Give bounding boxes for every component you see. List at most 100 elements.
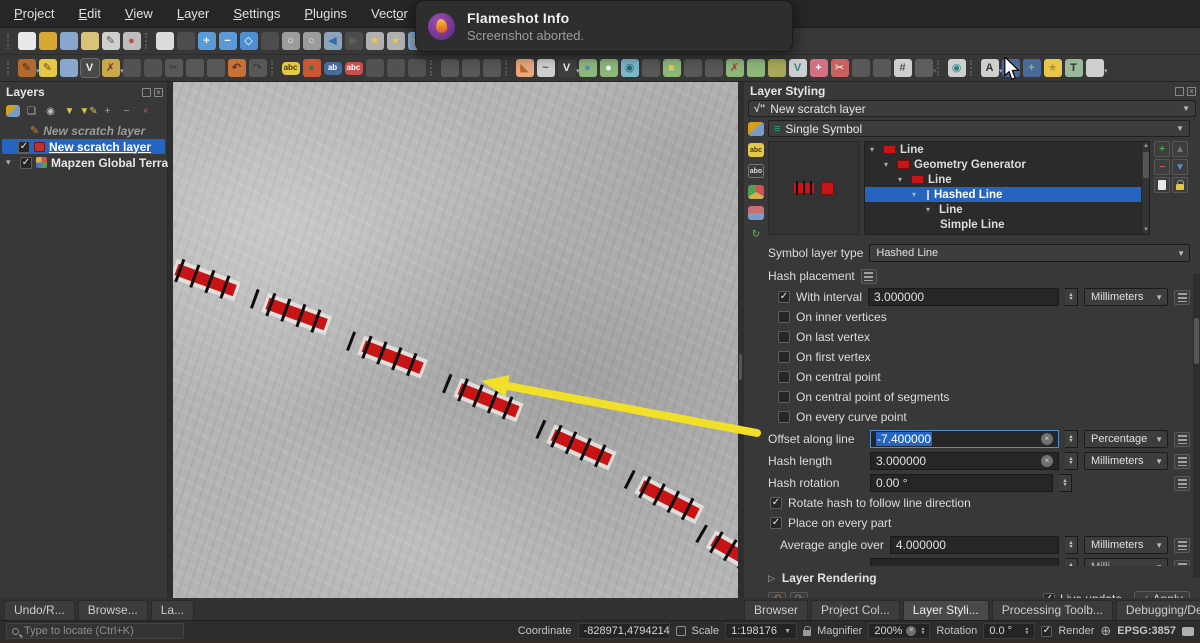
expand-arrow-icon[interactable]: ▾ xyxy=(6,157,16,168)
style-undo-button[interactable]: ↶ xyxy=(768,591,786,598)
menu-view[interactable]: View xyxy=(125,6,153,21)
delete-part-icon[interactable] xyxy=(746,59,765,77)
data-defined-override-icon[interactable] xyxy=(1174,475,1190,491)
manage-map-themes-icon[interactable]: ◉ xyxy=(43,104,58,118)
style-manager-icon[interactable]: ● xyxy=(122,32,141,50)
average-angle-spinner[interactable]: ▲ ▼ xyxy=(1065,536,1078,554)
data-defined-override-icon[interactable] xyxy=(860,268,877,284)
save-layer-edits-icon[interactable] xyxy=(59,59,78,77)
checkbox[interactable] xyxy=(778,391,790,403)
locate-input[interactable]: Type to locate (Ctrl+K) xyxy=(6,623,184,639)
hash-length-unit-select[interactable]: Millimeters ▼ xyxy=(1084,452,1168,470)
select-annotation-alt-icon[interactable]: + xyxy=(1022,59,1041,77)
save-project-icon[interactable] xyxy=(59,32,78,50)
checkbox[interactable] xyxy=(778,411,790,423)
annotation-text-icon[interactable]: A ▾ xyxy=(980,59,1003,77)
data-defined-override-icon[interactable] xyxy=(1174,453,1190,469)
scroll-thumb[interactable] xyxy=(1194,318,1199,364)
interval-input[interactable]: 3.000000 xyxy=(868,288,1059,306)
layer-rendering-section[interactable]: ▷ Layer Rendering xyxy=(768,568,1190,588)
dock-tab-projectcol[interactable]: Project Col... xyxy=(811,600,900,620)
float-panel-icon[interactable] xyxy=(142,87,151,97)
new-project-icon[interactable] xyxy=(17,32,36,50)
undo-icon[interactable]: ↶ xyxy=(227,59,246,77)
layer-item-mapzen-global-terrain[interactable]: ▾ ✓ Mapzen Global Terrain xyxy=(0,155,179,170)
lock-colors-button[interactable] xyxy=(1172,177,1188,193)
clear-value-icon[interactable]: × xyxy=(906,626,917,636)
zoom-to-layer-icon[interactable]: ○ xyxy=(281,32,300,50)
offset-curve-icon[interactable] xyxy=(767,59,786,77)
symbol-layer-type-select[interactable]: Hashed Line ▼ xyxy=(869,244,1190,262)
collapse-all-icon[interactable]: − xyxy=(119,104,134,118)
extents-toggle-icon[interactable] xyxy=(675,626,686,636)
magnifier-spinner[interactable]: ▲ ▼ xyxy=(920,627,925,636)
menu-settings[interactable]: Settings xyxy=(233,6,280,21)
with-interval-checkbox[interactable]: ✓ xyxy=(778,291,790,303)
offset-spinner[interactable]: ▲ ▼ xyxy=(1065,430,1078,448)
renderer-select[interactable]: ≡ Single Symbol ▼ xyxy=(768,120,1190,137)
offset-unit-select[interactable]: Percentage ▼ xyxy=(1084,430,1168,448)
tab-3d-view-icon[interactable] xyxy=(748,185,764,199)
annotation-star-icon[interactable]: ★ xyxy=(1043,59,1062,77)
pan-map-icon[interactable] xyxy=(155,32,174,50)
symbol-tree-item-line[interactable]: ▾ Line xyxy=(865,172,1149,187)
clear-value-icon[interactable]: × xyxy=(1041,433,1053,445)
data-defined-override-icon[interactable] xyxy=(1174,431,1190,447)
project-properties-icon[interactable]: ✎ xyxy=(101,32,120,50)
move-up-button[interactable]: ▲ xyxy=(1172,141,1188,157)
vertex-tool-all-layers-icon[interactable]: V xyxy=(79,58,100,78)
render-checkbox[interactable]: ✓ xyxy=(1041,625,1053,637)
zoom-last-icon[interactable]: ◀ xyxy=(323,32,342,50)
dock-tab-browse[interactable]: Browse... xyxy=(77,600,148,620)
add-ring-icon[interactable]: ■ xyxy=(662,59,681,77)
interval-spinner[interactable]: ▲ ▼ xyxy=(1065,288,1078,306)
remove-layer-icon[interactable]: × xyxy=(138,104,153,118)
live-update-checkbox[interactable]: ✓ xyxy=(1042,593,1055,598)
layer-visibility-checkbox[interactable]: ✓ xyxy=(18,140,30,153)
checkbox[interactable] xyxy=(778,331,790,343)
split-parts-icon[interactable]: ✂ xyxy=(830,59,849,77)
dock-tab-browser[interactable]: Browser xyxy=(744,600,809,620)
scroll-thumb[interactable] xyxy=(1143,152,1149,178)
scroll-down-icon[interactable]: ▼ xyxy=(1143,227,1149,233)
rotation-input[interactable]: 0.0 ° ▲ ▼ xyxy=(983,623,1036,639)
save-project-as-icon[interactable] xyxy=(80,32,99,50)
symbol-tree-item-hashed-line[interactable]: ▾ Hashed Line xyxy=(865,187,1149,202)
rotate-feature-icon[interactable]: ◉ xyxy=(620,59,639,77)
filter-legend-icon[interactable]: ▼ xyxy=(62,104,77,118)
filter-by-expression-icon[interactable]: ▼✎ xyxy=(79,104,97,118)
float-panel-icon[interactable] xyxy=(1175,86,1184,96)
move-feature-icon[interactable]: ● xyxy=(578,59,597,77)
clear-value-icon[interactable]: × xyxy=(1041,455,1053,467)
zoom-in-icon[interactable]: + xyxy=(197,32,216,50)
layer-labeling-icon[interactable]: abc xyxy=(281,61,300,75)
snapping-grid-icon[interactable]: # xyxy=(893,59,912,77)
dock-tab-undor[interactable]: Undo/R... xyxy=(4,600,75,620)
new-map-view-icon[interactable]: ★ xyxy=(365,32,384,50)
tab-diagrams-icon[interactable] xyxy=(748,206,764,220)
tab-masks-abo-icon[interactable]: abo xyxy=(748,164,764,178)
checkbox[interactable] xyxy=(778,371,790,383)
close-panel-icon[interactable]: × xyxy=(1187,86,1196,96)
layer-diagram-icon[interactable]: ● xyxy=(302,59,321,77)
hash-length-spinner[interactable]: ▲ ▼ xyxy=(1065,452,1078,470)
average-angle-input[interactable]: 4.000000 xyxy=(889,536,1059,554)
zoom-out-icon[interactable]: − xyxy=(218,32,237,50)
styling-scrollbar[interactable] xyxy=(1193,274,1200,578)
flameshot-notification[interactable]: Flameshot Info Screenshot aborted. xyxy=(415,0,793,52)
open-layer-styling-icon[interactable] xyxy=(6,105,20,117)
hash-rotation-spinner[interactable]: ▲ ▼ xyxy=(1059,474,1072,492)
labeling-single-icon[interactable]: ab xyxy=(323,61,342,75)
hash-length-input[interactable]: 3.000000 × xyxy=(870,452,1059,470)
open-project-icon[interactable] xyxy=(38,32,57,50)
interval-unit-select[interactable]: Millimeters ▼ xyxy=(1084,288,1168,306)
crs-button[interactable]: EPSG:3857 xyxy=(1117,625,1176,637)
add-symbol-layer-button[interactable]: + xyxy=(1154,141,1170,157)
tab-history-icon[interactable]: ↻ xyxy=(748,227,764,241)
scroll-up-icon[interactable]: ▲ xyxy=(1143,143,1149,149)
rotate-follow-checkbox[interactable]: ✓ xyxy=(770,497,782,509)
modify-attributes-icon[interactable]: ✗ ▾ xyxy=(101,59,124,77)
labeling-off-icon[interactable]: abc xyxy=(344,61,363,75)
coordinate-value[interactable]: -828971,4794214 xyxy=(577,623,670,639)
remove-symbol-layer-button[interactable]: − xyxy=(1154,159,1170,175)
